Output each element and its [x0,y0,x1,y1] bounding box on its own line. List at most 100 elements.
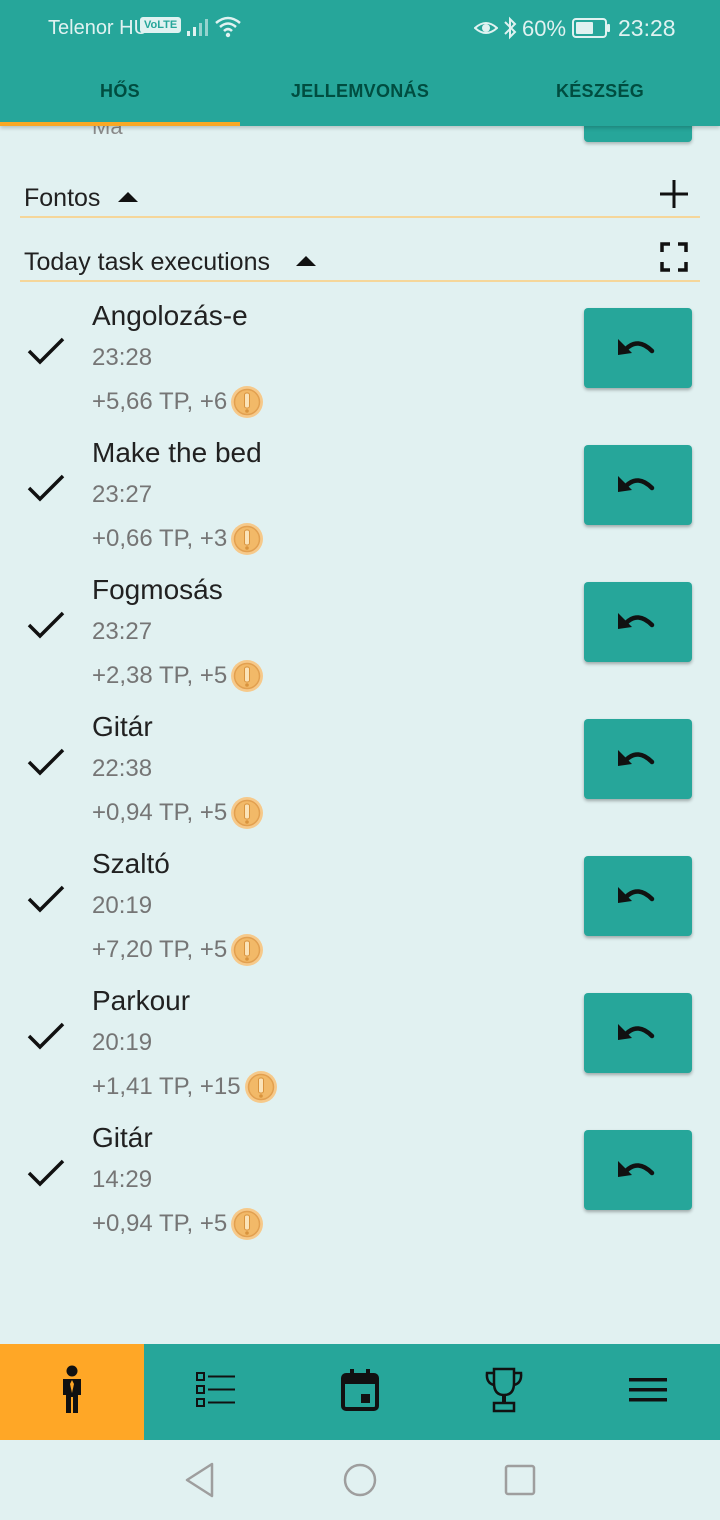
check-icon [26,610,66,645]
task-reward: +0,94 TP, +5 [92,1206,265,1242]
status-bar: Telenor HU VoLTE 60% 23:28 [0,0,720,56]
undo-button[interactable] [584,445,692,525]
battery-icon [572,17,612,45]
wifi-icon [214,14,242,46]
signal-icon [186,16,210,44]
execution-row: Gitár 22:38 +0,94 TP, +5 [0,711,720,848]
undo-button[interactable] [584,582,692,662]
coin-icon [243,1069,279,1105]
execution-row: Gitár 14:29 +0,94 TP, +5 [0,1122,720,1259]
reward-text: +0,94 TP, +5 [92,1210,228,1237]
task-time: 23:28 [92,344,153,371]
fullscreen-icon[interactable] [660,242,688,277]
nav-hero[interactable] [0,1344,144,1440]
nav-achievements[interactable] [432,1344,576,1440]
today-section-title: Today task executions [24,248,270,276]
tab-hero[interactable]: HŐS [0,56,240,126]
undo-button[interactable] [584,856,692,936]
execution-row: Parkour 20:19 +1,41 TP, +15 [0,985,720,1122]
check-icon [26,473,66,508]
task-name: Angolozás-e [92,300,248,331]
carrier-name: Telenor HU [48,17,149,39]
today-section-header[interactable]: Today task executions [20,242,700,282]
coin-icon [229,384,265,420]
reward-text: +7,20 TP, +5 [92,936,228,963]
task-reward: +2,38 TP, +5 [92,658,265,694]
task-time: 23:27 [92,618,153,645]
task-time: 20:19 [92,892,153,919]
task-name: Gitár [92,1122,153,1153]
tab-bar: HŐS JELLEMVONÁS KÉSZSÉG [0,56,720,126]
nav-menu[interactable] [576,1344,720,1440]
reward-text: +2,38 TP, +5 [92,662,228,689]
recent-apps-icon[interactable] [504,1464,536,1501]
coin-icon [229,658,265,694]
undo-icon [616,607,660,638]
task-reward: +1,41 TP, +15 [92,1069,279,1105]
tab-skills[interactable]: KÉSZSÉG [480,56,720,126]
task-name: Szaltó [92,848,170,879]
reward-text: +0,94 TP, +5 [92,799,228,826]
execution-row: Szaltó 20:19 +7,20 TP, +5 [0,848,720,985]
task-time: 20:19 [92,1029,153,1056]
volte-badge: VoLTE [140,17,182,33]
system-navigation-bar [0,1440,720,1520]
coin-icon [229,795,265,831]
undo-button[interactable] [584,719,692,799]
eye-comfort-icon [473,16,499,46]
important-section-header[interactable]: Fontos [20,178,700,218]
reward-text: +5,66 TP, +6 [92,388,228,415]
execution-row: Make the bed 23:27 +0,66 TP, +3 [0,437,720,574]
menu-icon [629,1376,667,1409]
task-reward: +0,66 TP, +3 [92,521,265,557]
task-name: Fogmosás [92,574,223,605]
check-icon [26,1021,66,1056]
coin-icon [229,932,265,968]
back-icon[interactable] [184,1462,216,1503]
collapse-caret-icon[interactable] [296,254,316,272]
check-icon [26,747,66,782]
home-icon[interactable] [342,1462,378,1503]
check-icon [26,884,66,919]
bottom-navigation [0,1344,720,1440]
undo-icon [616,744,660,775]
task-name: Make the bed [92,437,262,468]
undo-icon [616,333,660,364]
undo-button[interactable] [584,1130,692,1210]
undo-icon [616,1155,660,1186]
execution-row: Angolozás-e 23:28 +5,66 TP, +6 [0,300,720,437]
reward-text: +1,41 TP, +15 [92,1073,241,1100]
top-app-bar: Telenor HU VoLTE 60% 23:28 HŐS JELLEMVON… [0,0,720,126]
task-time: 23:27 [92,481,153,508]
nav-calendar[interactable] [288,1344,432,1440]
coin-icon [229,1206,265,1242]
calendar-icon [341,1368,379,1416]
battery-percent: 60% [522,16,567,41]
important-section-title: Fontos [24,184,101,212]
reward-text: +0,66 TP, +3 [92,525,228,552]
task-reward: +7,20 TP, +5 [92,932,265,968]
check-icon [26,336,66,371]
undo-icon [616,1018,660,1049]
nav-tasks[interactable] [144,1344,288,1440]
main-content[interactable]: Ma Fontos Today task executions Angolozá… [0,126,720,1344]
task-list-icon [195,1371,237,1414]
partial-date-label: Ma [92,126,123,139]
partial-action-button[interactable] [584,126,692,142]
collapse-caret-icon[interactable] [118,190,138,208]
undo-icon [616,881,660,912]
task-reward: +0,94 TP, +5 [92,795,265,831]
hero-person-icon [59,1365,85,1420]
task-name: Parkour [92,985,191,1016]
task-time: 22:38 [92,755,153,782]
undo-button[interactable] [584,308,692,388]
check-icon [26,1158,66,1193]
status-clock: 23:28 [618,15,676,41]
task-reward: +5,66 TP, +6 [92,384,265,420]
trophy-icon [484,1367,524,1418]
tab-traits[interactable]: JELLEMVONÁS [240,56,480,126]
plus-icon[interactable] [658,178,690,215]
undo-button[interactable] [584,993,692,1073]
coin-icon [229,521,265,557]
bluetooth-icon [502,15,518,47]
